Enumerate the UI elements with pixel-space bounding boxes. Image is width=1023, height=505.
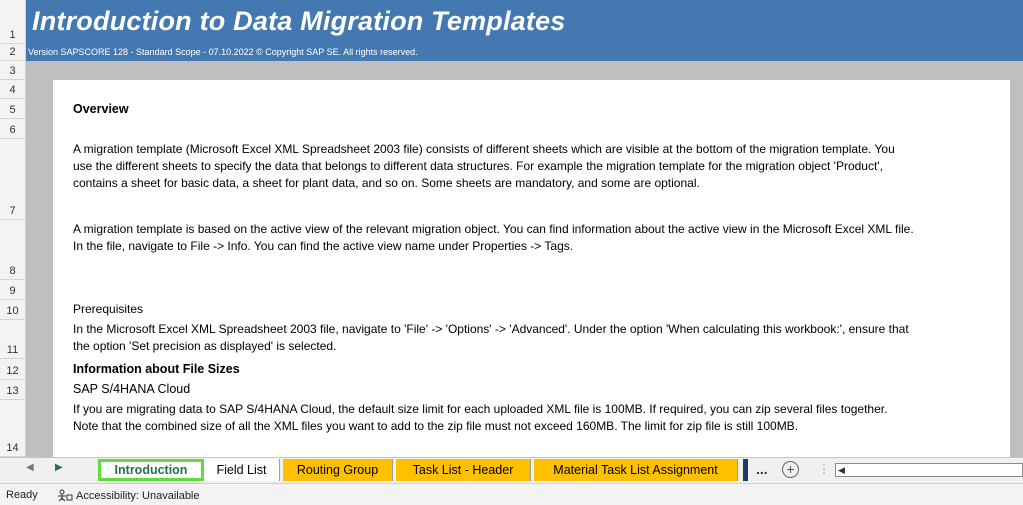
row-header-7[interactable]: 7 — [0, 139, 26, 220]
page-title: Introduction to Data Migration Templates — [32, 6, 566, 36]
scroll-tabs-left-icon[interactable]: ◀ — [26, 462, 34, 473]
file-sizes-heading: Information about File Sizes — [73, 362, 240, 376]
prerequisites-heading: Prerequisites — [73, 302, 144, 316]
accessibility-status[interactable]: Accessibility: Unavailable — [57, 489, 200, 502]
row-header-14[interactable]: 14 — [0, 400, 26, 457]
cloud-heading: SAP S/4HANA Cloud — [73, 382, 191, 396]
tab-introduction[interactable]: Introduction — [98, 459, 204, 481]
row-header-8[interactable]: 8 — [0, 220, 26, 280]
tab-field-list[interactable]: Field List — [204, 459, 280, 481]
next-tab-edge[interactable] — [743, 459, 748, 481]
splitter-handle-icon[interactable]: ⋮ — [818, 462, 830, 476]
row-header-9[interactable]: 9 — [0, 280, 26, 300]
scroll-left-icon[interactable]: ◀ — [838, 465, 845, 476]
row-header-6[interactable]: 6 — [0, 119, 26, 139]
accessibility-label: Accessibility: Unavailable — [76, 489, 200, 502]
gray-separator-row[interactable] — [26, 61, 1023, 80]
status-ready: Ready — [6, 489, 38, 501]
add-sheet-button[interactable]: + — [782, 461, 799, 478]
row-header-4[interactable]: 4 — [0, 80, 26, 99]
tab-task-list-header[interactable]: Task List - Header — [396, 459, 531, 481]
para1-line2: use the different sheets to specify the … — [73, 159, 883, 173]
para2-line2: In the file, navigate to File -> Info. Y… — [73, 239, 574, 253]
status-bar: Ready Accessibility: Unavailable — [0, 483, 1023, 505]
more-sheets-button[interactable]: ... — [756, 461, 768, 477]
row-header-12[interactable]: 12 — [0, 359, 26, 380]
row-header-10[interactable]: 10 — [0, 300, 26, 320]
para1-line3: contains a sheet for basic data, a sheet… — [73, 176, 700, 190]
prereq-line2: the option 'Set precision as displayed' … — [73, 339, 337, 353]
gray-right-margin[interactable] — [1010, 80, 1023, 457]
horizontal-scrollbar[interactable]: ◀ — [835, 463, 1023, 477]
version-text: Version SAPSCORE 128 - Standard Scope - … — [28, 47, 418, 57]
row-header-1[interactable]: 1 — [0, 0, 26, 44]
tab-material-task-list-assignment[interactable]: Material Task List Assignment — [534, 459, 738, 481]
row-header-13[interactable]: 13 — [0, 380, 26, 400]
tab-routing-group[interactable]: Routing Group — [283, 459, 393, 481]
row-header-11[interactable]: 11 — [0, 320, 26, 359]
row-header-3[interactable]: 3 — [0, 61, 26, 80]
overview-heading: Overview — [73, 102, 129, 116]
scroll-tabs-right-icon[interactable]: ▶ — [55, 462, 63, 473]
filesize-line1: If you are migrating data to SAP S/4HANA… — [73, 402, 888, 416]
gray-left-margin[interactable] — [26, 80, 53, 457]
row-header-5[interactable]: 5 — [0, 99, 26, 119]
filesize-line2: Note that the combined size of all the X… — [73, 419, 799, 433]
prereq-line1: In the Microsoft Excel XML Spreadsheet 2… — [73, 322, 909, 336]
accessibility-icon — [58, 489, 73, 502]
para2-line1: A migration template is based on the act… — [73, 222, 914, 236]
para1-line1: A migration template (Microsoft Excel XM… — [73, 142, 895, 156]
row-header-2[interactable]: 2 — [0, 44, 26, 61]
